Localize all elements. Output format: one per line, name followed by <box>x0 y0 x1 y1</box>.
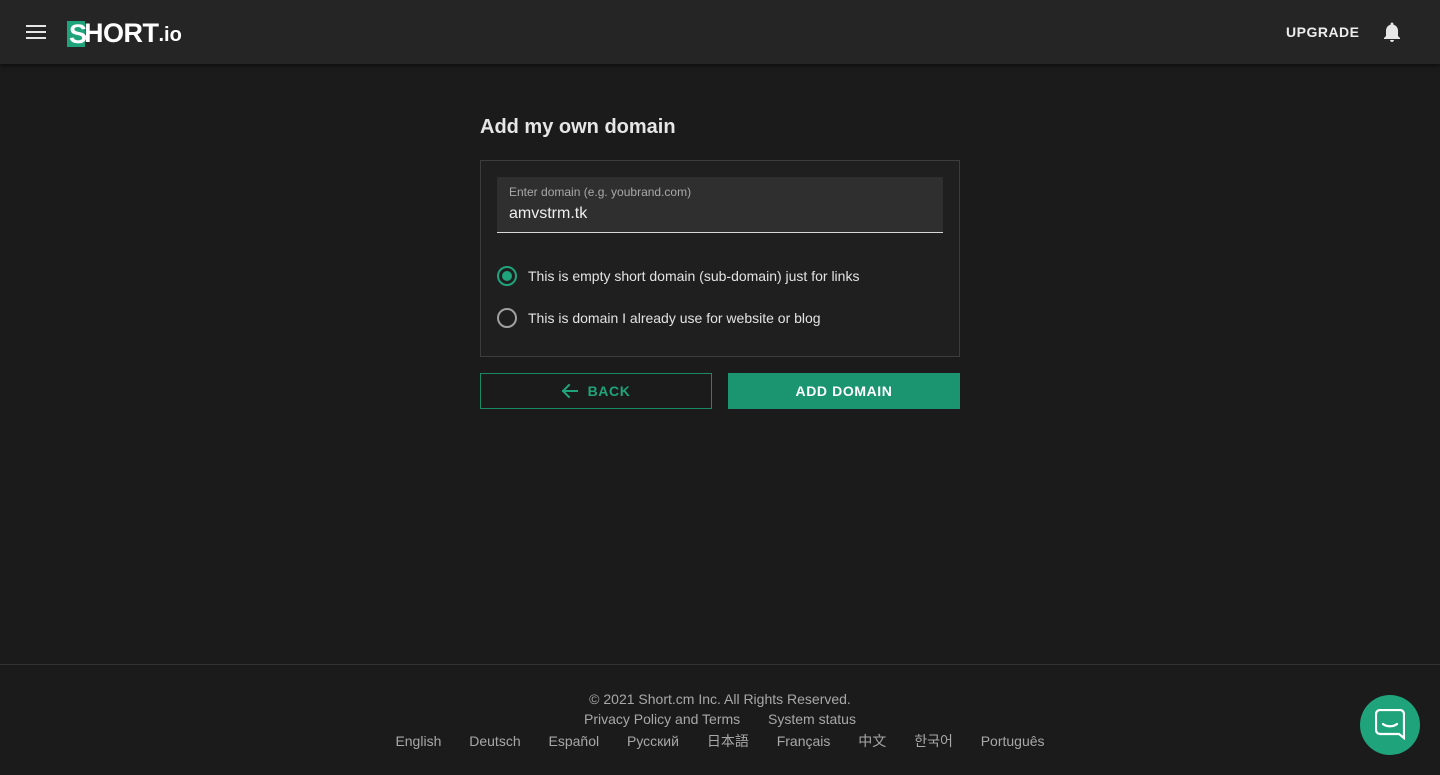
lang-korean-link[interactable]: 한국어 <box>914 733 953 749</box>
logo-mark: S <box>67 19 88 49</box>
back-button-label: BACK <box>587 383 631 399</box>
option-existing-website-domain[interactable]: This is domain I already use for website… <box>497 306 821 330</box>
top-app-bar: S HORT .io UPGRADE <box>0 0 1440 64</box>
language-links: English Deutsch Español Русский 日本語 Fran… <box>0 731 1440 751</box>
domain-field-label: Enter domain (e.g. youbrand.com) <box>509 185 692 199</box>
logo-tld: .io <box>158 24 182 46</box>
chat-icon <box>1375 709 1405 741</box>
arrow-left-icon <box>561 384 578 398</box>
domain-input[interactable] <box>509 203 929 225</box>
lang-japanese-link[interactable]: 日本語 <box>707 733 749 749</box>
lang-english-link[interactable]: English <box>395 733 441 749</box>
lang-russian-link[interactable]: Русский <box>627 733 679 749</box>
copyright-text: © 2021 Short.cm Inc. All Rights Reserved… <box>589 691 851 707</box>
footer: © 2021 Short.cm Inc. All Rights Reserved… <box>0 664 1440 775</box>
chat-launcher-button[interactable] <box>1360 695 1420 755</box>
hamburger-menu-icon <box>26 25 46 39</box>
radio-button-unchecked[interactable] <box>497 308 517 328</box>
page-title: Add my own domain <box>480 116 676 138</box>
add-domain-form: Enter domain (e.g. youbrand.com) This is… <box>480 160 960 357</box>
domain-field[interactable]: Enter domain (e.g. youbrand.com) <box>497 177 943 233</box>
menu-button[interactable] <box>18 14 54 50</box>
footer-links: Privacy Policy and Terms System status <box>0 711 1440 727</box>
back-button[interactable]: BACK <box>480 373 712 409</box>
lang-francais-link[interactable]: Français <box>777 733 831 749</box>
lang-espanol-link[interactable]: Español <box>549 733 600 749</box>
short-io-logo[interactable]: S HORT .io <box>67 17 182 49</box>
notifications-button[interactable] <box>1374 14 1410 50</box>
lang-portugues-link[interactable]: Português <box>981 733 1045 749</box>
option-label: This is domain I already use for website… <box>528 310 821 326</box>
logo-text: HORT <box>84 18 159 48</box>
option-empty-short-domain[interactable]: This is empty short domain (sub-domain) … <box>497 264 859 288</box>
upgrade-button[interactable]: UPGRADE <box>1278 18 1368 46</box>
system-status-link[interactable]: System status <box>768 711 856 727</box>
lang-deutsch-link[interactable]: Deutsch <box>469 733 520 749</box>
option-label: This is empty short domain (sub-domain) … <box>528 268 860 284</box>
privacy-policy-link[interactable]: Privacy Policy and Terms <box>584 711 740 727</box>
lang-chinese-link[interactable]: 中文 <box>858 733 886 749</box>
radio-button-checked[interactable] <box>497 266 517 286</box>
add-domain-button[interactable]: ADD DOMAIN <box>728 373 960 409</box>
bell-icon <box>1384 22 1400 42</box>
add-domain-button-label: ADD DOMAIN <box>795 383 893 399</box>
